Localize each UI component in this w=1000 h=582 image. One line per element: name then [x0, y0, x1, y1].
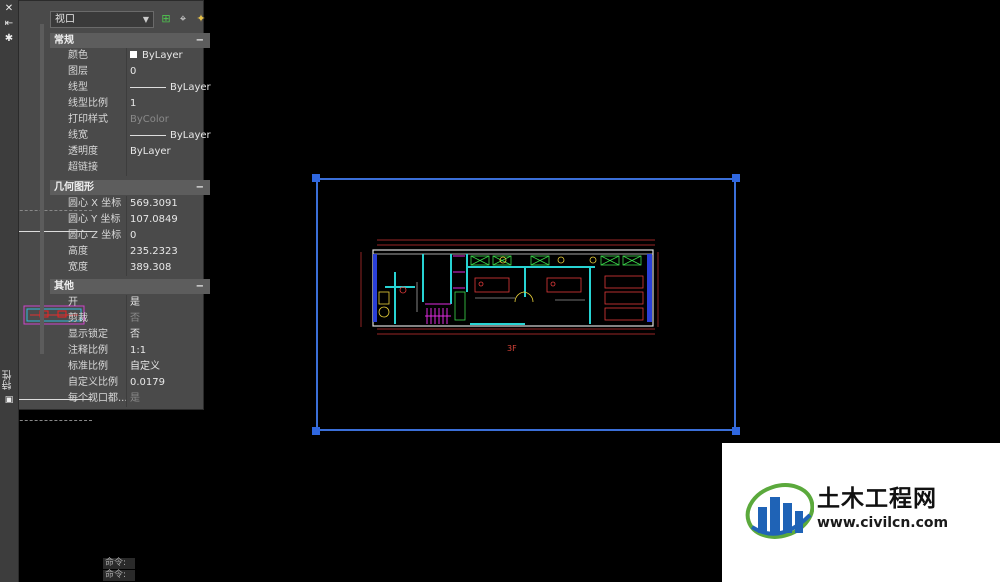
section-title: 其他 [54, 281, 74, 292]
section-title: 几何图形 [54, 182, 94, 193]
property-value: 235.2323 [130, 246, 178, 257]
property-row[interactable]: 圆心 X 坐标 569.3091 [50, 196, 210, 212]
property-name: 标准比例 [68, 361, 108, 372]
property-value: 自定义 [130, 361, 160, 372]
property-name: 线型比例 [68, 98, 108, 109]
property-value: 0.0179 [130, 377, 165, 388]
property-name: 超链接 [68, 162, 98, 173]
quick-select-icon[interactable]: ✦ [194, 12, 208, 26]
property-value: 否 [130, 313, 140, 324]
command-line-input[interactable]: 命令: [103, 570, 135, 581]
property-row[interactable]: 图层 0 [50, 64, 210, 80]
floor-plan-drawing [360, 239, 659, 335]
watermark: 土木工程网 www.civilcn.com [722, 443, 1000, 582]
property-row[interactable]: 超链接 [50, 160, 210, 176]
property-name: 圆心 Y 坐标 [68, 214, 121, 225]
property-row[interactable]: 线型比例 1 [50, 96, 210, 112]
properties-palette: ✕ ⇤ ✱ 特性 ▣ 视口 ▼ ⊞ ⌖ ✦ 常规 − 颜色 ByLayer 图层 0… [0, 0, 211, 582]
collapse-icon[interactable]: − [196, 180, 204, 195]
section-title: 常规 [54, 35, 74, 46]
property-row[interactable]: 透明度 ByLayer [50, 144, 210, 160]
toggle-pickadd-icon[interactable]: ⊞ [159, 12, 173, 26]
property-value: 是 [130, 393, 140, 404]
viewport-grip[interactable] [312, 427, 320, 435]
property-row[interactable]: 线型 ByLayer [50, 80, 211, 96]
property-row[interactable]: 剪裁 否 [50, 311, 210, 327]
property-name: 圆心 Z 坐标 [68, 230, 122, 241]
property-row[interactable]: 显示锁定 否 [50, 327, 210, 343]
property-value: ByLayer [142, 50, 183, 61]
property-value: 107.0849 [130, 214, 178, 225]
object-type-value: 视口 [55, 14, 75, 25]
autohide-icon[interactable]: ⇤ [3, 18, 15, 30]
palette-title-strip[interactable]: ✕ ⇤ ✱ 特性 ▣ [0, 0, 19, 582]
property-name: 线型 [68, 82, 88, 93]
section-general[interactable]: 常规 − [50, 33, 210, 48]
property-row[interactable]: 打印样式 ByColor [50, 112, 210, 128]
section-geometry[interactable]: 几何图形 − [50, 180, 210, 195]
command-line-history: 命令: [103, 558, 135, 569]
property-name: 颜色 [68, 50, 88, 61]
palette-menu-icon[interactable]: ▣ [3, 394, 15, 406]
property-name: 圆心 X 坐标 [68, 198, 122, 209]
watermark-url: www.civilcn.com [817, 515, 949, 531]
property-row[interactable]: 注释比例 1:1 [50, 343, 210, 359]
property-value: 否 [130, 329, 140, 340]
property-name: 开 [68, 297, 78, 308]
property-value: 是 [130, 297, 140, 308]
property-row[interactable]: 颜色 ByLayer [50, 48, 210, 64]
gear-icon[interactable]: ✱ [3, 33, 15, 45]
linetype-preview [130, 86, 166, 88]
property-row[interactable]: 圆心 Y 坐标 107.0849 [50, 212, 210, 228]
floor-label: 3F [507, 344, 517, 353]
property-name: 透明度 [68, 146, 98, 157]
property-value: 0 [130, 66, 137, 77]
property-value: ByColor [130, 114, 169, 125]
property-name: 图层 [68, 66, 88, 77]
object-type-select[interactable]: 视口 ▼ [50, 11, 154, 28]
property-value: ByLayer [130, 146, 171, 157]
palette-scrollbar[interactable] [40, 24, 44, 354]
property-name: 显示锁定 [68, 329, 108, 340]
chevron-down-icon: ▼ [142, 15, 150, 24]
property-name: 宽度 [68, 262, 88, 273]
property-value: 569.3091 [130, 198, 178, 209]
property-row[interactable]: 开是 [50, 295, 210, 311]
viewport-grip[interactable] [732, 174, 740, 182]
property-value: 389.308 [130, 262, 172, 273]
property-row[interactable]: 高度 235.2323 [50, 244, 210, 260]
watermark-title: 土木工程网 [817, 486, 937, 512]
property-row[interactable]: 标准比例 自定义 [50, 359, 210, 375]
property-name: 注释比例 [68, 345, 108, 356]
property-row[interactable]: 宽度 389.308 [50, 260, 210, 276]
close-icon[interactable]: ✕ [3, 3, 15, 15]
property-name: 每个视口都... [68, 393, 128, 404]
palette-title: 特性 [3, 370, 14, 390]
civilcn-logo [745, 483, 814, 539]
property-value: ByLayer [170, 82, 211, 93]
property-name: 线宽 [68, 130, 88, 141]
property-value: 1:1 [130, 345, 147, 356]
viewport-grip[interactable] [732, 427, 740, 435]
property-row[interactable]: 每个视口都... 是 [50, 391, 210, 407]
select-objects-icon[interactable]: ⌖ [176, 12, 190, 26]
lineweight-preview [130, 134, 166, 136]
collapse-icon[interactable]: − [196, 279, 204, 294]
section-misc[interactable]: 其他 − [50, 279, 210, 294]
property-value: ByLayer [170, 130, 211, 141]
property-value: 1 [130, 98, 137, 109]
property-row[interactable]: 线宽 ByLayer [50, 128, 211, 144]
property-row[interactable]: 自定义比例 0.0179 [50, 375, 210, 391]
property-name: 打印样式 [68, 114, 108, 125]
property-row[interactable]: 圆心 Z 坐标 0 [50, 228, 210, 244]
property-name: 自定义比例 [68, 377, 118, 388]
property-value: 0 [130, 230, 137, 241]
viewport-grip[interactable] [312, 174, 320, 182]
collapse-icon[interactable]: − [196, 33, 204, 48]
property-name: 剪裁 [68, 313, 88, 324]
color-swatch [130, 51, 137, 58]
property-name: 高度 [68, 246, 88, 257]
